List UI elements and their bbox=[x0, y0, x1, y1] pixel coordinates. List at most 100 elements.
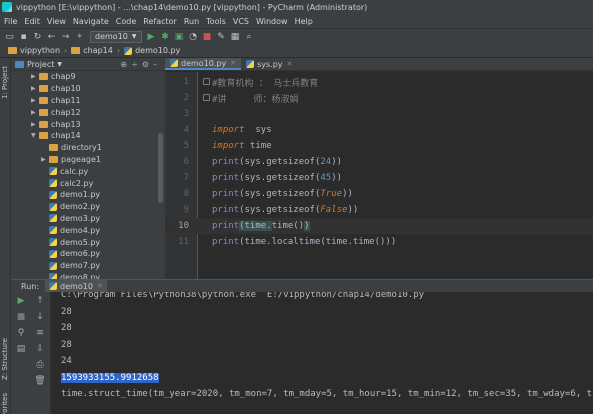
hide-icon[interactable]: – bbox=[153, 60, 161, 69]
tree-item-chap11[interactable]: ▶ chap11 bbox=[11, 95, 165, 107]
sync-icon[interactable]: ↻ bbox=[32, 32, 43, 42]
stop-icon[interactable]: ■ bbox=[14, 312, 28, 322]
tree-item-calc2-py[interactable]: calc2.py bbox=[11, 177, 165, 189]
tab-sys[interactable]: sys.py ✕ bbox=[241, 58, 297, 70]
fold-marker-icon[interactable] bbox=[203, 78, 210, 85]
code-text: print(time.localtime(time.time())) bbox=[212, 237, 396, 247]
code-area[interactable]: 1 #教育机构 ： 马士兵教育 2 #讲 师：杨淑娟 3 4 import sys 5 impo… bbox=[165, 72, 593, 279]
code-token: 45 bbox=[320, 173, 332, 183]
stop-icon[interactable]: ■ bbox=[202, 32, 213, 42]
code-line[interactable]: 6 print(sys.getsizeof(24)) bbox=[165, 154, 593, 170]
menu-view[interactable]: View bbox=[47, 17, 66, 26]
layout-icon[interactable]: ▤ bbox=[14, 344, 28, 354]
tree-item-demo2-py[interactable]: demo2.py bbox=[11, 201, 165, 213]
tree-item-demo8-py[interactable]: demo8.py bbox=[11, 272, 165, 279]
code-line[interactable]: 9 print(sys.getsizeof(False)) bbox=[165, 202, 593, 218]
chevron-right-icon[interactable]: ▶ bbox=[31, 97, 39, 104]
side-tab-project[interactable]: 1: Project bbox=[1, 66, 9, 99]
code-line[interactable]: 4 import sys bbox=[165, 122, 593, 138]
code-line[interactable]: 3 bbox=[165, 106, 593, 122]
search-icon[interactable]: ⌕ bbox=[244, 32, 255, 42]
run-config-select[interactable]: demo10 ▼ bbox=[90, 30, 142, 43]
tree-item-label: chap11 bbox=[51, 95, 81, 105]
breadcrumb-file[interactable]: demo10.py bbox=[124, 46, 180, 55]
chevron-right-icon[interactable]: ▶ bbox=[31, 85, 39, 92]
menu-help[interactable]: Help bbox=[295, 17, 313, 26]
breadcrumb-project[interactable]: vippython bbox=[8, 46, 60, 55]
tree-item-calc-py[interactable]: calc.py bbox=[11, 165, 165, 177]
menu-file[interactable]: File bbox=[4, 17, 17, 26]
console-output[interactable]: C:\Program Files\Python38\python.exe E:/… bbox=[51, 292, 593, 414]
rerun-icon[interactable]: ▶ bbox=[14, 296, 28, 306]
tree-item-demo6-py[interactable]: demo6.py bbox=[11, 248, 165, 260]
menu-code[interactable]: Code bbox=[116, 17, 136, 26]
code-line[interactable]: 2 #讲 师：杨淑娟 bbox=[165, 90, 593, 106]
chevron-right-icon[interactable]: ▶ bbox=[41, 156, 49, 163]
locate-icon[interactable]: ⊕ bbox=[120, 60, 131, 69]
tree-item-chap10[interactable]: ▶ chap10 bbox=[11, 83, 165, 95]
run-icon[interactable]: ▶ bbox=[146, 32, 157, 42]
project-structure-icon[interactable]: ▦ bbox=[230, 32, 241, 42]
tree-item-demo3-py[interactable]: demo3.py bbox=[11, 213, 165, 225]
close-icon[interactable]: ✕ bbox=[287, 60, 293, 68]
save-icon[interactable]: ▪ bbox=[18, 32, 29, 42]
menu-edit[interactable]: Edit bbox=[24, 17, 40, 26]
menu-vcs[interactable]: VCS bbox=[233, 17, 249, 26]
tab-demo10[interactable]: demo10.py ✕ bbox=[165, 58, 242, 70]
chevron-right-icon[interactable]: ▶ bbox=[31, 121, 39, 128]
menu-window[interactable]: Window bbox=[256, 17, 288, 26]
tree-item-pageage1[interactable]: ▶ pageage1 bbox=[11, 154, 165, 166]
tree-item-demo5-py[interactable]: demo5.py bbox=[11, 236, 165, 248]
scroll-to-end-icon[interactable]: ⇩ bbox=[33, 344, 47, 354]
side-tab-structure[interactable]: Z: Structure bbox=[1, 338, 9, 380]
back-arrow-icon[interactable]: ← bbox=[46, 32, 57, 42]
forward-arrow-icon[interactable]: → bbox=[60, 32, 71, 42]
menu-navigate[interactable]: Navigate bbox=[73, 17, 109, 26]
close-icon[interactable]: ✕ bbox=[230, 59, 236, 67]
breadcrumb-folder[interactable]: chap14 bbox=[71, 46, 113, 55]
pin-icon[interactable]: ⚲ bbox=[14, 328, 28, 338]
scrollbar[interactable] bbox=[158, 133, 163, 203]
chevron-right-icon[interactable]: ▶ bbox=[31, 109, 39, 116]
open-folder-icon[interactable]: ▭ bbox=[4, 32, 15, 42]
code-line[interactable]: 8 print(sys.getsizeof(True)) bbox=[165, 186, 593, 202]
code-line[interactable]: 5 import time bbox=[165, 138, 593, 154]
trash-icon[interactable]: 🗑 bbox=[33, 376, 47, 386]
tree-item-chap14[interactable]: ▼ chap14 bbox=[11, 130, 165, 142]
collapse-icon[interactable]: ÷ bbox=[131, 60, 142, 69]
fold-marker-icon[interactable] bbox=[203, 94, 210, 101]
tree-item-chap12[interactable]: ▶ chap12 bbox=[11, 106, 165, 118]
tree-item-directory1[interactable]: directory1 bbox=[11, 142, 165, 154]
tree-item-demo4-py[interactable]: demo4.py bbox=[11, 224, 165, 236]
coverage-icon[interactable]: ▣ bbox=[174, 32, 185, 42]
code-line[interactable]: 10 print(time.time()) bbox=[165, 218, 593, 234]
code-line[interactable]: 1 #教育机构 ： 马士兵教育 bbox=[165, 74, 593, 90]
tree-item-demo7-py[interactable]: demo7.py bbox=[11, 260, 165, 272]
tree-item-chap13[interactable]: ▶ chap13 bbox=[11, 118, 165, 130]
run-tab-demo10[interactable]: demo10 ✕ bbox=[45, 280, 107, 292]
print-icon[interactable]: ⎙ bbox=[33, 360, 47, 370]
profile-icon[interactable]: ◔ bbox=[188, 32, 199, 42]
tree-item-chap9[interactable]: ▶ chap9 bbox=[11, 71, 165, 83]
folder-icon bbox=[49, 144, 58, 152]
gear-icon[interactable]: ⚙ bbox=[142, 60, 153, 69]
project-panel-title[interactable]: Project bbox=[27, 60, 54, 69]
tree-item-demo1-py[interactable]: demo1.py bbox=[11, 189, 165, 201]
settings-wrench-icon[interactable]: ✎ bbox=[216, 32, 227, 42]
chevron-down-icon[interactable]: ▼ bbox=[57, 61, 62, 68]
hammer-icon[interactable]: ✦ bbox=[74, 32, 85, 42]
menu-tools[interactable]: Tools bbox=[206, 17, 226, 26]
soft-wrap-icon[interactable]: ≡ bbox=[33, 328, 47, 338]
chevron-right-icon[interactable]: ▶ bbox=[31, 73, 39, 80]
down-icon[interactable]: ↓ bbox=[33, 312, 47, 322]
menu-refactor[interactable]: Refactor bbox=[143, 17, 177, 26]
close-icon[interactable]: ✕ bbox=[97, 282, 103, 290]
up-icon[interactable]: ↑ bbox=[33, 296, 47, 306]
code-line[interactable]: 7 print(sys.getsizeof(45)) bbox=[165, 170, 593, 186]
side-tab-favorites[interactable]: Favorites bbox=[1, 393, 9, 414]
line-number: 8 bbox=[183, 189, 189, 199]
debug-icon[interactable]: ✱ bbox=[160, 32, 171, 42]
menu-run[interactable]: Run bbox=[184, 17, 199, 26]
code-line[interactable]: 11 print(time.localtime(time.time())) bbox=[165, 234, 593, 250]
chevron-down-icon[interactable]: ▼ bbox=[31, 132, 39, 139]
